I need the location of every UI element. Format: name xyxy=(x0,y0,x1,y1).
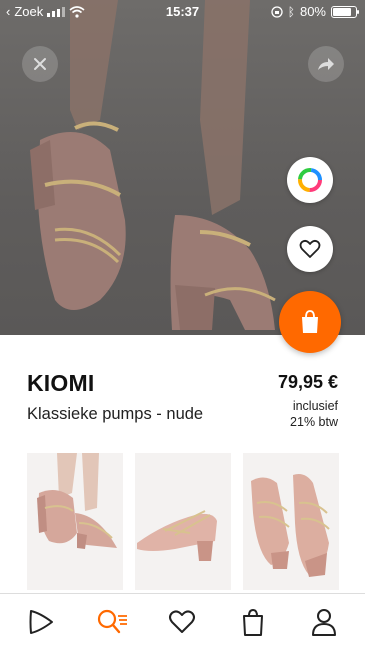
home-logo-icon xyxy=(29,610,54,634)
thumbnail-image xyxy=(251,474,330,577)
heart-icon xyxy=(169,610,196,633)
share-arrow-icon xyxy=(318,58,334,70)
product-name: Klassieke pumps - nude xyxy=(27,405,204,423)
tab-home[interactable] xyxy=(17,600,65,644)
tab-search[interactable] xyxy=(88,600,136,644)
shopping-bag-icon xyxy=(302,310,318,333)
battery-icon xyxy=(331,5,359,18)
rotation-lock-icon xyxy=(271,5,283,18)
color-selector-button[interactable] xyxy=(287,157,333,203)
shopping-bag-icon xyxy=(243,608,264,636)
battery-percentage: 80% xyxy=(299,4,326,19)
brand-name[interactable]: KIOMI xyxy=(27,370,94,397)
color-wheel-icon xyxy=(298,168,322,192)
profile-icon xyxy=(311,609,336,636)
thumbnail-image xyxy=(37,453,117,549)
product-price: 79,95 € xyxy=(277,372,338,392)
add-to-bag-button[interactable] xyxy=(279,291,341,353)
thumbnail-image xyxy=(137,510,217,561)
search-list-icon xyxy=(97,609,127,634)
close-button[interactable] xyxy=(22,46,58,82)
bottom-tab-bar xyxy=(0,594,365,650)
share-button[interactable] xyxy=(308,46,344,82)
thumbnail-1[interactable] xyxy=(27,453,123,590)
thumbnail-2[interactable] xyxy=(135,453,231,590)
battery-fill xyxy=(333,7,351,16)
status-bar: ‹ Zoek 15:37 ᛒ 80% xyxy=(0,0,365,24)
tab-bag[interactable] xyxy=(229,600,277,644)
vat-note: inclusief 21% btw xyxy=(290,398,338,430)
product-hero-image[interactable]: ‹ Zoek 15:37 ᛒ 80% xyxy=(0,0,365,335)
bluetooth-icon: ᛒ xyxy=(287,4,295,19)
close-icon xyxy=(34,58,46,70)
vat-line-2: 21% btw xyxy=(290,415,338,429)
heart-icon xyxy=(299,239,321,258)
wishlist-button[interactable] xyxy=(287,226,333,272)
tab-profile[interactable] xyxy=(300,600,348,644)
thumbnail-3[interactable] xyxy=(243,453,339,590)
vat-line-1: inclusief xyxy=(292,399,338,413)
product-thumbnails xyxy=(27,453,339,590)
tab-wishlist[interactable] xyxy=(158,600,206,644)
